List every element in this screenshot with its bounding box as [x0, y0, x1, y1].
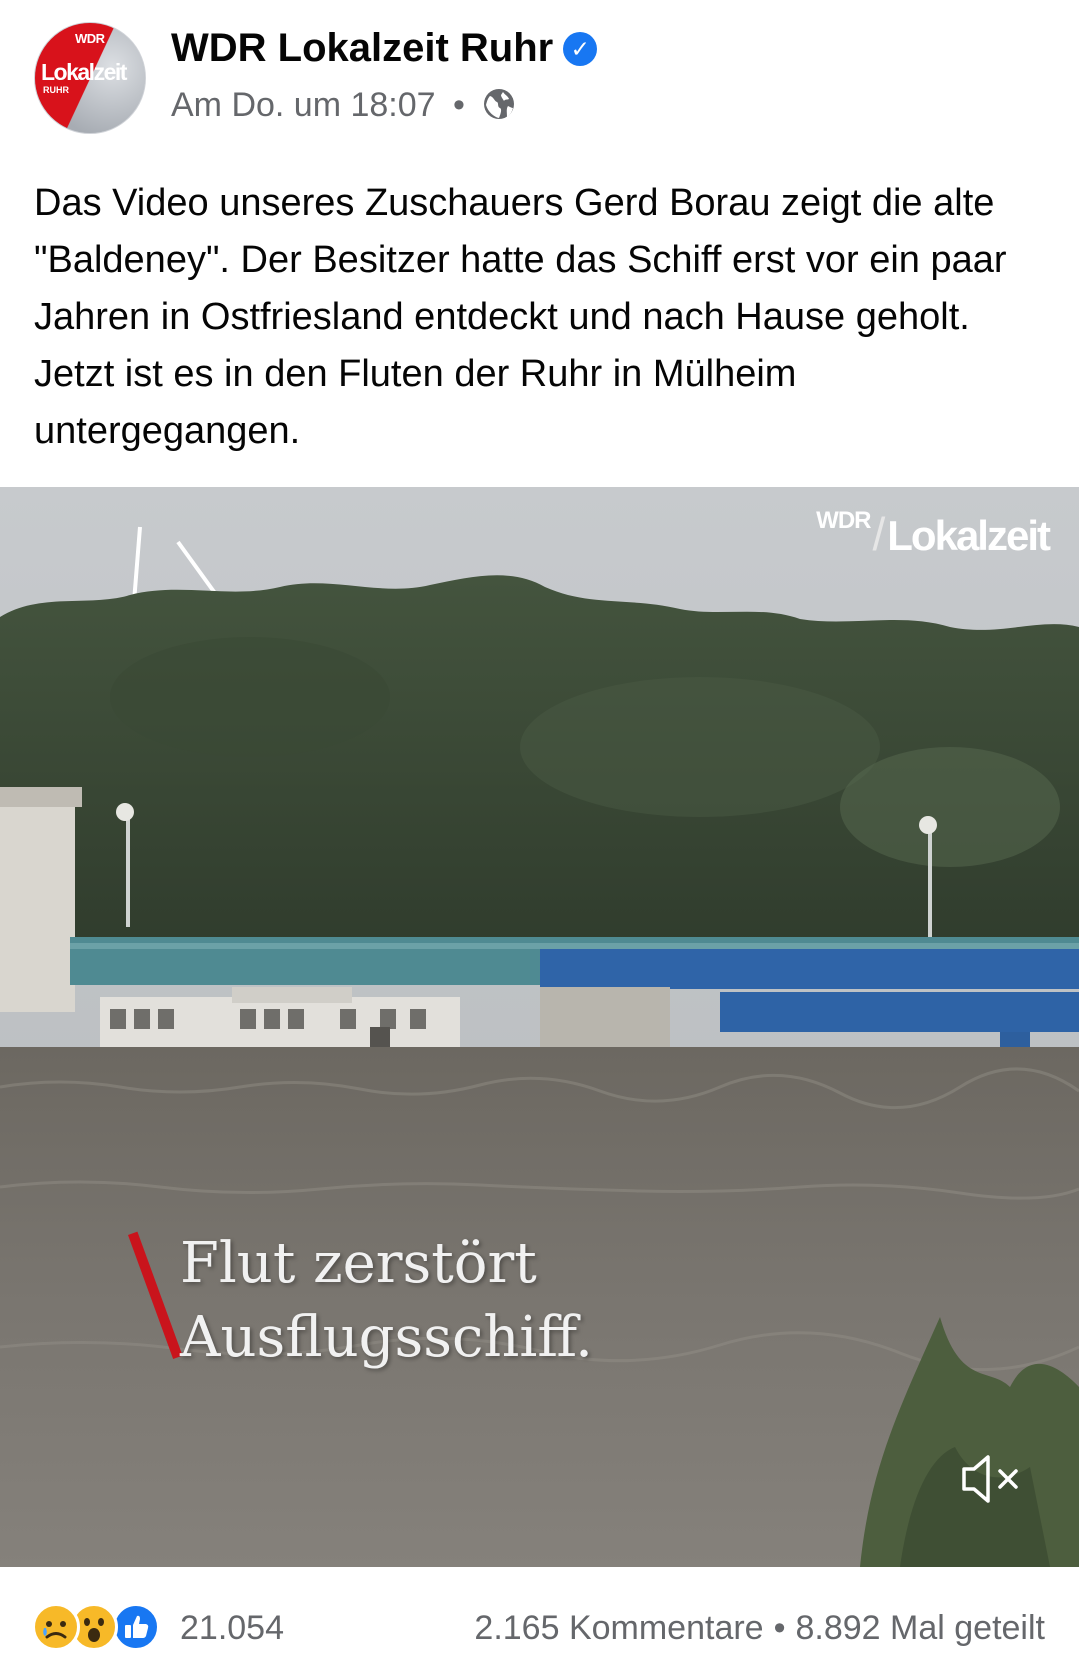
avatar-region: RUHR: [43, 85, 69, 95]
watermark-title: Lokalzeit: [887, 512, 1051, 559]
page-avatar[interactable]: WDR Lokalzeit RUHR: [34, 22, 146, 134]
comments-link[interactable]: 2.165 Kommentare: [474, 1609, 763, 1647]
post-meta: Am Do. um 18:07 •: [171, 86, 516, 125]
reaction-icons[interactable]: [32, 1603, 172, 1651]
meta-separator: •: [453, 86, 465, 124]
globe-icon: [482, 87, 516, 121]
reaction-count[interactable]: 21.054: [180, 1609, 284, 1648]
verified-badge-icon: ✓: [563, 32, 598, 66]
caption-line-2: Ausflugsschiff.: [180, 1305, 593, 1370]
post-text: Das Video unseres Zuschauers Gerd Borau …: [34, 182, 1007, 452]
sad-reaction-icon: [32, 1603, 80, 1651]
page-name[interactable]: WDR Lokalzeit Ruhr ✓: [171, 26, 598, 71]
watermark-slash: /: [872, 508, 886, 560]
video-player[interactable]: WDR/Lokalzeit Flut zerstört Ausflugsschi…: [0, 487, 1079, 1567]
video-frame: [0, 487, 1079, 1567]
post-header: WDR Lokalzeit RUHR WDR Lokalzeit Ruhr ✓ A…: [0, 0, 1079, 150]
stats-separator: •: [773, 1609, 786, 1647]
post-timestamp[interactable]: Am Do. um 18:07: [171, 86, 436, 124]
avatar-brand: WDR: [75, 31, 105, 46]
watermark-brand: WDR: [816, 507, 871, 534]
caption-line-1: Flut zerstört: [180, 1231, 537, 1296]
engagement-stats: 2.165 Kommentare • 8.892 Mal geteilt: [474, 1609, 1045, 1648]
shares-link[interactable]: 8.892 Mal geteilt: [796, 1609, 1046, 1647]
like-reaction-icon: [112, 1603, 160, 1651]
avatar-title: Lokalzeit: [41, 59, 127, 85]
video-caption: Flut zerstört Ausflugsschiff.: [180, 1227, 593, 1375]
post-footer: 21.054 2.165 Kommentare • 8.892 Mal geteil…: [0, 1567, 1079, 1677]
speaker-muted-icon[interactable]: [958, 1449, 1028, 1509]
page-name-text[interactable]: WDR Lokalzeit Ruhr: [171, 26, 553, 70]
video-watermark: WDR/Lokalzeit: [816, 507, 1051, 561]
